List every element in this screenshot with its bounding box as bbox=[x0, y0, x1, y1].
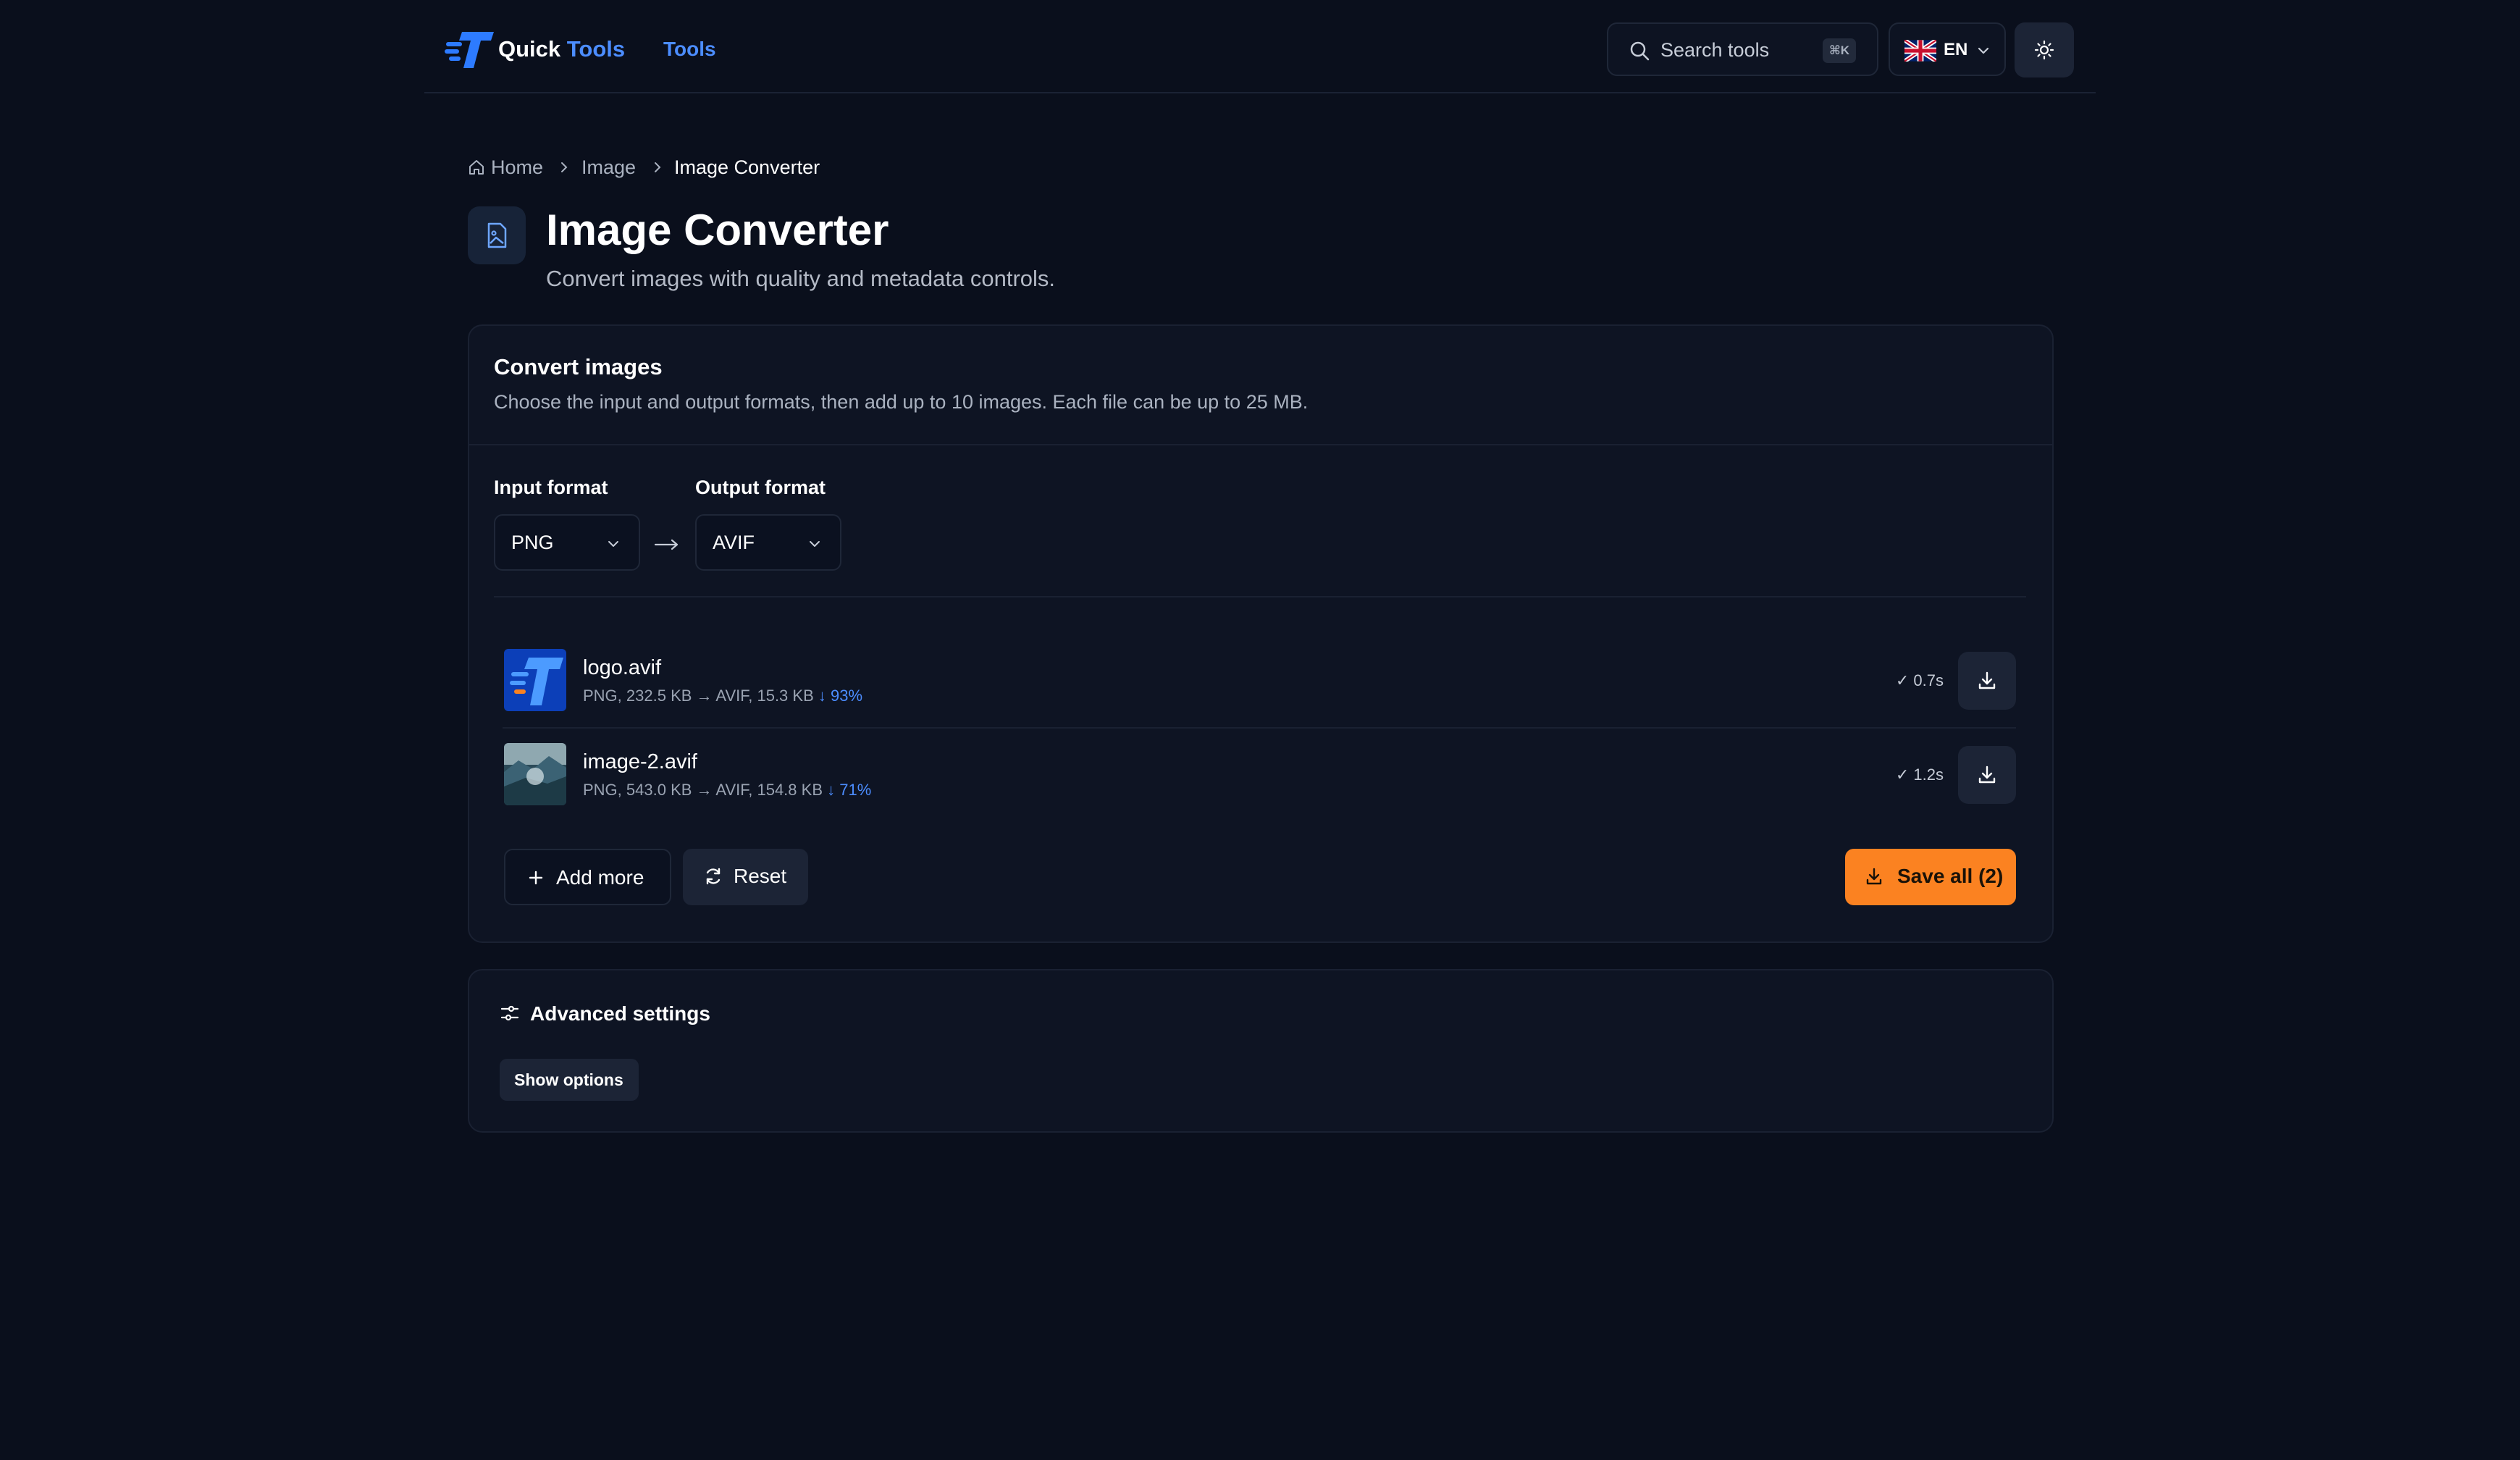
conversion-time: ✓ 1.2s bbox=[1895, 765, 1944, 784]
advanced-settings-card bbox=[468, 969, 2054, 1133]
language-selector[interactable]: EN bbox=[1889, 22, 2006, 76]
file-meta: PNG, 543.0 KB → AVIF, 154.8 KB ↓ 71% bbox=[583, 779, 871, 801]
search-placeholder: Search tools bbox=[1660, 39, 1770, 61]
breadcrumb-image[interactable]: Image bbox=[581, 154, 636, 181]
output-format-value: AVIF bbox=[713, 532, 755, 553]
download-icon bbox=[1864, 866, 1884, 886]
image-converter-icon-box bbox=[468, 206, 526, 264]
advanced-settings-title: Advanced settings bbox=[530, 1002, 710, 1025]
plus-icon bbox=[526, 868, 546, 888]
save-all-button[interactable]: Save all (2) bbox=[1845, 849, 2016, 905]
file-image-icon bbox=[482, 221, 511, 250]
reset-label: Reset bbox=[734, 865, 787, 887]
output-format-label: Output format bbox=[695, 477, 826, 498]
chevron-down-icon bbox=[605, 536, 621, 552]
home-icon[interactable] bbox=[467, 158, 486, 177]
file-row-divider bbox=[503, 727, 2016, 729]
file-name: logo.avif bbox=[583, 656, 662, 679]
add-more-button[interactable]: Add more bbox=[504, 849, 671, 905]
download-file-button[interactable] bbox=[1958, 746, 2016, 804]
card-divider bbox=[469, 444, 2052, 445]
sun-icon bbox=[2034, 40, 2054, 60]
chevron-down-icon bbox=[807, 536, 823, 552]
breadcrumb-current: Image Converter bbox=[674, 156, 820, 178]
show-options-button[interactable]: Show options bbox=[500, 1059, 639, 1101]
file-thumbnail bbox=[504, 649, 566, 711]
file-size-saving: ↓ 93% bbox=[818, 687, 863, 705]
download-icon bbox=[1976, 670, 1998, 692]
brand-name-second: Tools bbox=[566, 36, 626, 62]
show-options-label: Show options bbox=[514, 1070, 623, 1089]
card-description: Choose the input and output formats, the… bbox=[494, 391, 1309, 413]
language-code: EN bbox=[1944, 40, 1968, 59]
reset-button[interactable]: Reset bbox=[683, 849, 808, 905]
nav-tools-link[interactable]: Tools bbox=[663, 35, 716, 64]
input-format-select[interactable]: PNG bbox=[494, 514, 640, 571]
chevron-right-icon bbox=[556, 159, 572, 176]
card-title: Convert images bbox=[494, 354, 663, 379]
conversion-time: ✓ 0.7s bbox=[1895, 671, 1944, 689]
search-icon bbox=[1629, 40, 1650, 62]
file-conversion-info: PNG, 232.5 KB → AVIF, 15.3 KB bbox=[583, 687, 814, 705]
header-divider bbox=[424, 92, 2096, 93]
output-format-select[interactable]: AVIF bbox=[695, 514, 841, 571]
search-shortcut-badge: ⌘K bbox=[1823, 38, 1856, 63]
chevron-right-icon bbox=[650, 159, 665, 176]
download-icon bbox=[1976, 764, 1998, 786]
theme-toggle-button[interactable] bbox=[2015, 22, 2074, 77]
arrow-right-icon bbox=[653, 533, 681, 555]
file-size-saving: ↓ 71% bbox=[827, 781, 872, 799]
sliders-icon bbox=[500, 1003, 520, 1023]
file-meta: PNG, 232.5 KB → AVIF, 15.3 KB ↓ 93% bbox=[583, 685, 862, 707]
brand-name-first: Quick bbox=[498, 36, 561, 62]
quick-tools-logo-icon[interactable] bbox=[445, 29, 495, 70]
input-format-value: PNG bbox=[511, 532, 554, 553]
file-list-divider bbox=[494, 596, 2026, 597]
refresh-icon bbox=[703, 866, 723, 886]
save-all-label: Save all (2) bbox=[1897, 865, 2004, 887]
page-subtitle: Convert images with quality and metadata… bbox=[546, 266, 1056, 291]
search-tools-button[interactable]: Search tools ⌘K bbox=[1607, 22, 1878, 76]
download-file-button[interactable] bbox=[1958, 652, 2016, 710]
file-thumbnail bbox=[504, 743, 566, 805]
file-name: image-2.avif bbox=[583, 750, 697, 773]
file-conversion-info: PNG, 543.0 KB → AVIF, 154.8 KB bbox=[583, 781, 823, 799]
chevron-down-icon bbox=[1975, 43, 1991, 59]
add-more-label: Add more bbox=[556, 866, 644, 889]
page-title: Image Converter bbox=[546, 206, 889, 254]
brand-name[interactable]: Quick Tools bbox=[498, 33, 625, 65]
input-format-label: Input format bbox=[494, 477, 608, 498]
breadcrumb-home[interactable]: Home bbox=[491, 154, 543, 181]
uk-flag-icon bbox=[1904, 40, 1936, 62]
